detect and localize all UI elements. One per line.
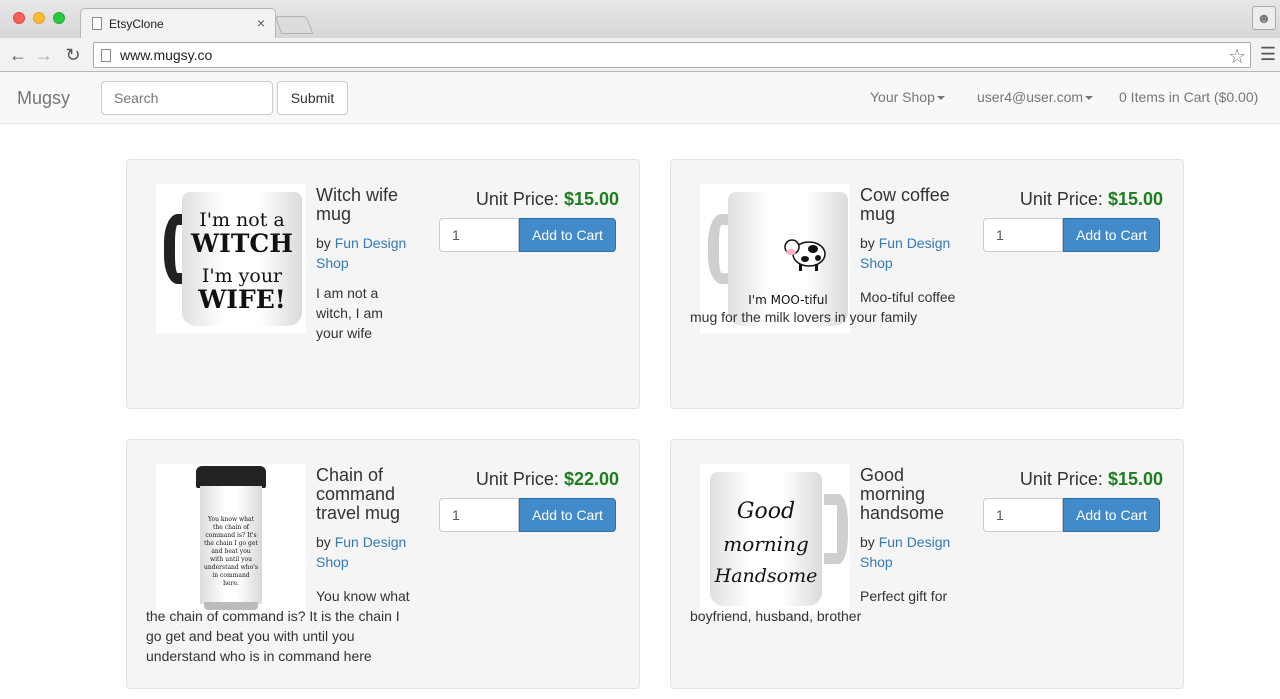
your-shop-label: Your Shop (870, 89, 935, 105)
by-label: by (860, 534, 875, 550)
user-dropdown[interactable]: user4@user.com (977, 89, 1094, 105)
price-value: $22.00 (563, 469, 619, 489)
mug-print-text: WIFE! (198, 285, 286, 314)
submit-button[interactable]: Submit (277, 81, 348, 115)
price-value: $15.00 (1107, 189, 1163, 209)
product-card: I'm not a WITCH I'm your WIFE! Unit Pric… (126, 159, 640, 409)
bookmark-star-icon[interactable]: ☆ (1228, 44, 1246, 69)
product-byline: by Fun Design Shop (860, 532, 983, 572)
page-icon (101, 49, 111, 62)
product-image[interactable]: I'm not a WITCH I'm your WIFE! (156, 184, 306, 334)
unit-price-label: Unit Price: (1019, 189, 1103, 209)
product-description: I am not a witch, I am your wife (316, 285, 383, 341)
product-description: Moo-tiful coffee mug for the milk lovers… (690, 289, 956, 325)
browser-toolbar: ← → ↻ www.mugsy.co ☆ ☰ (0, 38, 1280, 72)
mug-print-text: Handsome (714, 565, 818, 587)
tab-title: EtsyClone (109, 17, 164, 31)
caret-down-icon (936, 96, 945, 101)
unit-price-label: Unit Price: (1019, 469, 1103, 489)
cart-link[interactable]: 0 Items in Cart ($0.00) (1119, 89, 1258, 105)
caret-down-icon (1085, 96, 1094, 101)
user-profile-icon[interactable]: ☻ (1252, 6, 1276, 30)
quantity-input[interactable] (439, 498, 519, 532)
product-description: You know what the chain of command is? I… (146, 588, 410, 664)
browser-tab-strip: EtsyClone × ☻ (0, 0, 1280, 39)
back-arrow-icon[interactable]: ← (6, 42, 30, 68)
unit-price: Unit Price: $15.00 (439, 189, 619, 209)
product-byline: by Fun Design Shop (316, 233, 439, 273)
mug-handle (824, 494, 848, 564)
mug-body: I'm not a WITCH I'm your WIFE! (182, 192, 302, 326)
product-card: Good morning Handsome Unit Price: $15.00… (670, 439, 1184, 689)
mug-print-text: You know what the chain of command is? I… (204, 516, 259, 587)
minimize-window-icon[interactable] (33, 12, 45, 24)
by-label: by (316, 235, 331, 251)
page-icon (92, 17, 102, 30)
quantity-input[interactable] (983, 498, 1063, 532)
quantity-input[interactable] (983, 218, 1063, 252)
site-navbar: Mugsy Submit Your Shop user4@user.com 0 … (0, 72, 1280, 124)
product-byline: by Fun Design Shop (316, 532, 439, 572)
browser-menu-icon[interactable]: ☰ (1260, 44, 1276, 65)
reload-icon[interactable]: ↻ (61, 42, 85, 68)
price-value: $15.00 (563, 189, 619, 209)
unit-price: Unit Price: $15.00 (983, 469, 1163, 489)
product-title[interactable]: Cow coffee mug (860, 186, 960, 224)
by-label: by (316, 534, 331, 550)
by-label: by (860, 235, 875, 251)
browser-tab[interactable]: EtsyClone × (80, 8, 276, 39)
add-to-cart-button[interactable]: Add to Cart (1063, 218, 1160, 252)
product-byline: by Fun Design Shop (860, 233, 983, 273)
unit-price: Unit Price: $22.00 (439, 469, 619, 489)
product-description: Perfect gift for boyfriend, husband, bro… (690, 588, 948, 624)
mug-print-text: morning (723, 532, 809, 556)
unit-price-label: Unit Price: (475, 469, 559, 489)
maximize-window-icon[interactable] (53, 12, 65, 24)
new-tab-button[interactable] (274, 16, 314, 34)
brand-logo[interactable]: Mugsy (17, 88, 70, 109)
address-bar[interactable]: www.mugsy.co ☆ (93, 42, 1251, 68)
url-text[interactable]: www.mugsy.co (120, 47, 212, 63)
mug-print-text: I'm not a (199, 209, 285, 231)
product-title[interactable]: Chain of command travel mug (316, 466, 416, 523)
search-input[interactable] (101, 81, 273, 115)
tab-close-icon[interactable]: × (257, 15, 265, 31)
your-shop-dropdown[interactable]: Your Shop (870, 89, 945, 105)
forward-arrow-icon[interactable]: → (32, 42, 56, 68)
mug-print-text: WITCH (191, 229, 293, 258)
product-title[interactable]: Good morning handsome (860, 466, 960, 523)
unit-price-label: Unit Price: (475, 189, 559, 209)
unit-price: Unit Price: $15.00 (983, 189, 1163, 209)
add-to-cart-button[interactable]: Add to Cart (519, 498, 616, 532)
quantity-input[interactable] (439, 218, 519, 252)
product-card: I'm MOO-tiful Unit Price: $15.00 Add to … (670, 159, 1184, 409)
cow-icon (784, 239, 826, 271)
price-value: $15.00 (1107, 469, 1163, 489)
add-to-cart-button[interactable]: Add to Cart (1063, 498, 1160, 532)
mug-print-text: Good (736, 499, 796, 524)
user-email-label: user4@user.com (977, 89, 1084, 105)
add-to-cart-button[interactable]: Add to Cart (519, 218, 616, 252)
close-window-icon[interactable] (13, 12, 25, 24)
travel-mug-lid (196, 466, 266, 488)
product-title[interactable]: Witch wife mug (316, 186, 416, 224)
mug-print-text: I'm your (201, 265, 283, 287)
